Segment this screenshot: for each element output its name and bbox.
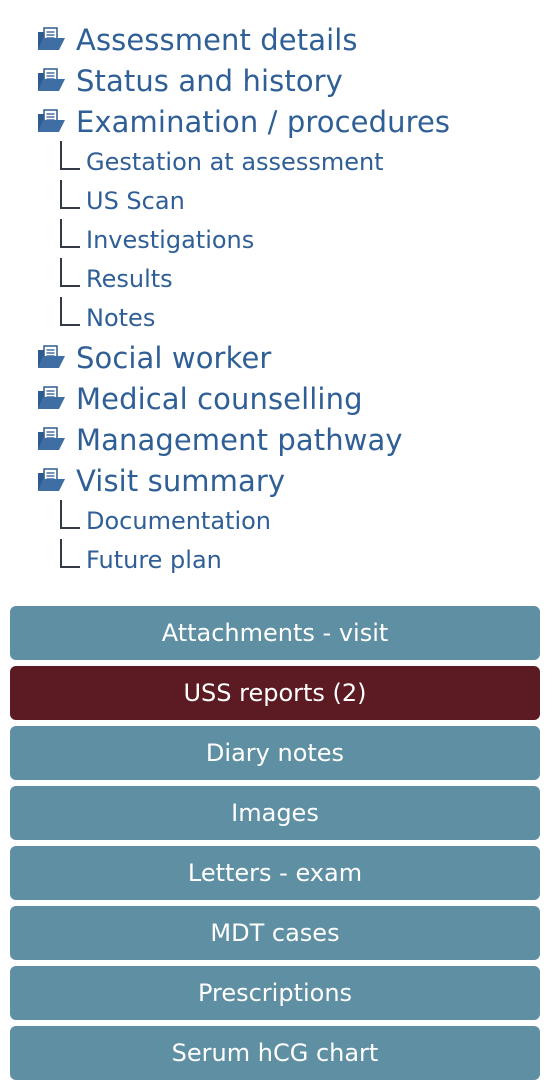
folder-document-icon bbox=[36, 108, 66, 136]
tree-subitem-label: Notes bbox=[86, 304, 156, 332]
tree-subitem-gestation-at-assessment[interactable]: Gestation at assessment bbox=[60, 141, 384, 181]
tree-item-visit-summary[interactable]: Visit summary bbox=[36, 461, 285, 501]
serum-hcg-chart-button[interactable]: Serum hCG chart bbox=[10, 1026, 540, 1080]
folder-document-icon bbox=[36, 26, 66, 54]
tree-connector bbox=[60, 258, 80, 298]
attachments-visit-button[interactable]: Attachments - visit bbox=[10, 606, 540, 660]
tree-subitem-label: Gestation at assessment bbox=[86, 148, 384, 176]
folder-document-icon bbox=[36, 426, 66, 454]
tree-connector bbox=[60, 180, 80, 220]
tree-connector bbox=[60, 219, 80, 259]
folder-document-icon bbox=[36, 385, 66, 413]
mdt-cases-button[interactable]: MDT cases bbox=[10, 906, 540, 960]
tree-item-examination-procedures[interactable]: Examination / procedures bbox=[36, 102, 450, 142]
tree-item-medical-counselling[interactable]: Medical counselling bbox=[36, 379, 363, 419]
tree-subitem-results[interactable]: Results bbox=[60, 258, 173, 298]
folder-document-icon bbox=[36, 344, 66, 372]
tree-subitem-us-scan[interactable]: US Scan bbox=[60, 180, 185, 220]
tree-subitem-label: Future plan bbox=[86, 546, 222, 574]
tree-item-label: Medical counselling bbox=[76, 382, 363, 416]
tree-connector bbox=[60, 539, 80, 579]
tree-connector bbox=[60, 141, 80, 181]
folder-document-icon bbox=[36, 467, 66, 495]
tree-item-label: Status and history bbox=[76, 64, 343, 98]
tree-item-label: Social worker bbox=[76, 341, 272, 375]
tree-item-label: Visit summary bbox=[76, 464, 286, 498]
tree-subitem-label: Documentation bbox=[86, 507, 272, 535]
images-button[interactable]: Images bbox=[10, 786, 540, 840]
tree-item-social-worker[interactable]: Social worker bbox=[36, 338, 271, 378]
tree-connector bbox=[60, 500, 80, 540]
uss-reports-button[interactable]: USS reports (2) bbox=[10, 666, 540, 720]
prescriptions-button[interactable]: Prescriptions bbox=[10, 966, 540, 1020]
tree-subitem-future-plan[interactable]: Future plan bbox=[60, 539, 222, 579]
tree-subitem-label: US Scan bbox=[86, 187, 185, 215]
tree-item-management-pathway[interactable]: Management pathway bbox=[36, 420, 403, 460]
letters-exam-button[interactable]: Letters - exam bbox=[10, 846, 540, 900]
diary-notes-button[interactable]: Diary notes bbox=[10, 726, 540, 780]
tree-item-status-and-history[interactable]: Status and history bbox=[36, 61, 343, 101]
tree-subitem-label: Results bbox=[86, 265, 173, 293]
tree-subitem-label: Investigations bbox=[86, 226, 255, 254]
tree-item-assessment-details[interactable]: Assessment details bbox=[36, 20, 358, 60]
folder-document-icon bbox=[36, 67, 66, 95]
tree-connector bbox=[60, 297, 80, 337]
tree-item-label: Assessment details bbox=[76, 23, 358, 57]
tree-subitem-notes[interactable]: Notes bbox=[60, 297, 156, 337]
tree-item-label: Management pathway bbox=[76, 423, 403, 457]
tree-subitem-documentation[interactable]: Documentation bbox=[60, 500, 272, 540]
tree-item-label: Examination / procedures bbox=[76, 105, 451, 139]
tree-subitem-investigations[interactable]: Investigations bbox=[60, 219, 255, 259]
